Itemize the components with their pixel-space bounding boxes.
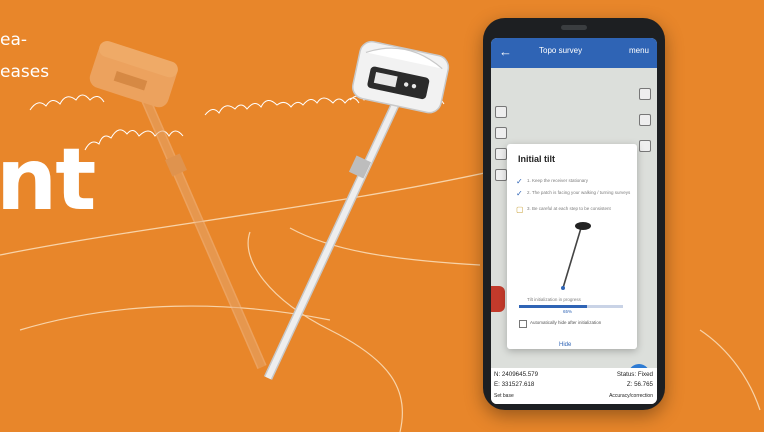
phone-notch <box>561 25 587 30</box>
tilt-step-3: ▢ 3. Be careful at each step to be consi… <box>516 205 611 214</box>
northing-readout: N: 2409645.579 <box>494 371 539 378</box>
hide-button[interactable]: Hide <box>559 342 571 348</box>
progress-bar <box>519 305 623 308</box>
check-icon: ✓ <box>516 177 523 186</box>
easting-readout: E: 331527.618 <box>494 381 535 388</box>
survey-map[interactable]: Initial tilt ✓ 1. Keep the receiver stat… <box>491 68 657 386</box>
tilt-pole-illustration <box>561 222 591 290</box>
menu-button[interactable]: menu <box>629 46 649 55</box>
ghost-gnss-receiver <box>89 40 267 369</box>
map-right-toolbar <box>639 88 653 166</box>
auto-hide-checkbox[interactable] <box>519 320 527 328</box>
layers-icon[interactable] <box>495 106 507 118</box>
map-left-toolbar <box>495 106 507 190</box>
auto-hide-option[interactable]: Automatically hide after initialization <box>519 320 629 328</box>
progress-bar-fill <box>519 305 587 308</box>
position-status-panel: N: 2409645.579 E: 331527.618 Status: Fix… <box>491 368 657 404</box>
dialog-title: Initial tilt <box>518 154 555 164</box>
arrow-left-icon[interactable]: ← <box>499 44 512 59</box>
phone-screen: ← Topo survey menu Initial tilt ✓ 1. Kee… <box>491 38 657 404</box>
road-curve-4 <box>699 329 761 411</box>
fix-status: Status: Fixed <box>616 371 653 378</box>
tilt-step-2: ✓ 2. The patch is facing your walking / … <box>516 189 631 198</box>
check-icon: ✓ <box>516 189 523 198</box>
progress-label: Tilt initialization in progress <box>527 297 581 302</box>
initial-tilt-dialog: Initial tilt ✓ 1. Keep the receiver stat… <box>507 144 637 349</box>
elevation-readout: Z: 56.765 <box>626 381 653 388</box>
app-title: Topo survey <box>539 46 583 55</box>
progress-percent: 65% <box>563 309 573 314</box>
ground-line <box>0 164 521 256</box>
set-base-button[interactable]: Set base <box>494 393 514 399</box>
smartphone: ← Topo survey menu Initial tilt ✓ 1. Kee… <box>483 18 665 410</box>
gnss-receiver <box>263 40 450 380</box>
satellite-icon[interactable] <box>639 88 651 100</box>
point-icon[interactable] <box>495 169 507 181</box>
pending-icon: ▢ <box>516 205 524 214</box>
accuracy-button[interactable]: Accuracy/correction <box>609 393 653 399</box>
settings-icon[interactable] <box>639 114 651 126</box>
measure-icon[interactable] <box>495 148 507 160</box>
tilt-step-1: ✓ 1. Keep the receiver stationary <box>516 177 589 186</box>
app-header: ← Topo survey menu <box>491 38 657 68</box>
expand-icon[interactable] <box>495 127 507 139</box>
zoom-icon[interactable] <box>639 140 651 152</box>
road-curve-3 <box>19 305 331 331</box>
stakeout-tab[interactable] <box>491 286 505 312</box>
